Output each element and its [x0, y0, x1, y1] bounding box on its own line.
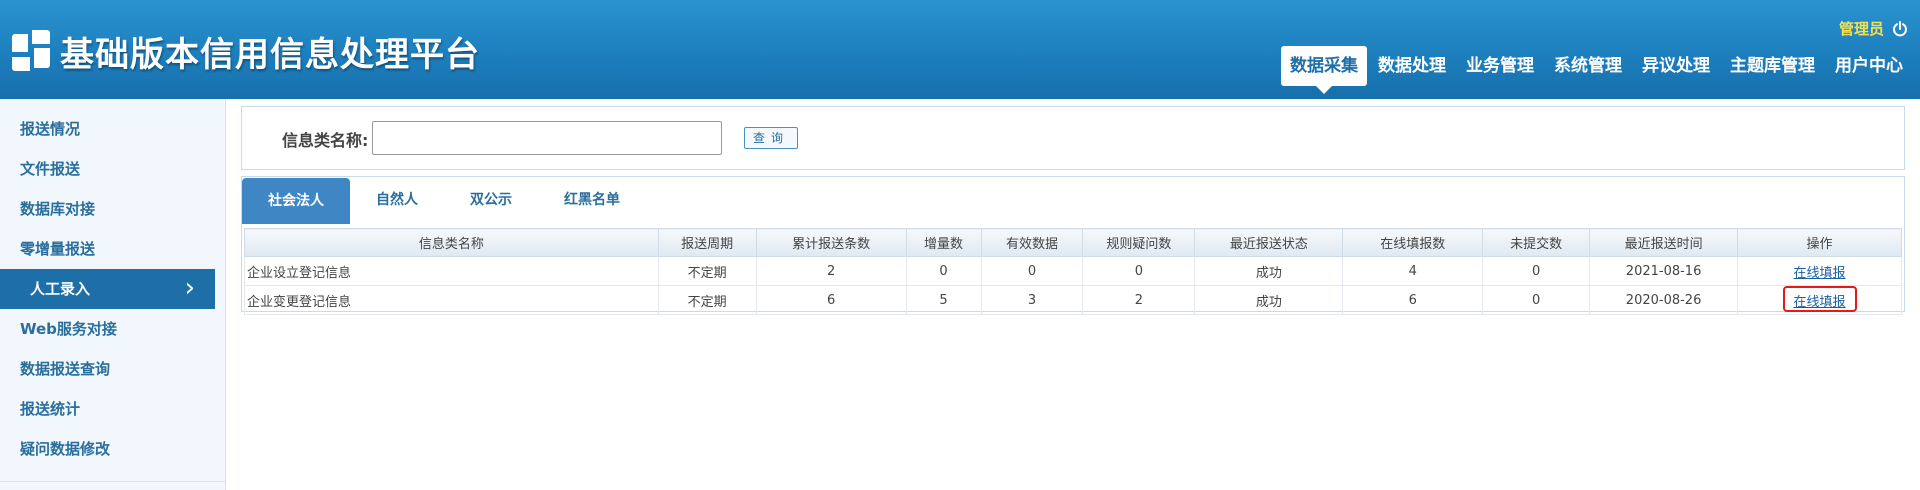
cell-last-time: 2020-08-26 — [1589, 285, 1739, 315]
cell-info-name: 企业设立登记信息 — [244, 256, 659, 286]
sidebar-item-file-report[interactable]: 文件报送 — [0, 149, 215, 189]
tab-double-publicity[interactable]: 双公示 — [444, 177, 538, 223]
data-panel: 社会法人 自然人 双公示 红黑名单 信息类名称 报送周期 累计报送条数 增量数 … — [241, 176, 1905, 315]
logo-mark-icon — [12, 30, 54, 72]
table-row: 企业设立登记信息 不定期 2 0 0 0 成功 4 0 2021-08-16 在… — [244, 256, 1902, 286]
cell-period: 不定期 — [657, 256, 757, 286]
search-panel: 信息类名称: 查询 — [241, 106, 1905, 170]
col-header-last-status: 最近报送状态 — [1194, 228, 1344, 257]
sidebar-item-question-data[interactable]: 疑问数据修改 — [0, 429, 215, 469]
col-header-info-name: 信息类名称 — [244, 228, 659, 257]
nav-data-collection[interactable]: 数据采集 — [1281, 46, 1367, 94]
info-table: 信息类名称 报送周期 累计报送条数 增量数 有效数据 规则疑问数 最近报送状态 … — [244, 228, 1902, 315]
app-logo: 基础版本信用信息处理平台 — [12, 26, 480, 76]
cell-increment: 5 — [905, 285, 982, 315]
cell-unsubmitted: 0 — [1482, 256, 1591, 286]
col-header-increment: 增量数 — [905, 228, 982, 257]
search-label: 信息类名称: — [282, 131, 369, 150]
cell-action: 在线填报 — [1737, 285, 1902, 315]
nav-business-management[interactable]: 业务管理 — [1457, 46, 1543, 86]
tab-red-black-list[interactable]: 红黑名单 — [538, 177, 646, 223]
table-row: 企业变更登记信息 不定期 6 5 3 2 成功 6 0 2020-08-26 在… — [244, 285, 1902, 315]
cell-last-status: 成功 — [1194, 285, 1344, 315]
sidebar-item-report-query[interactable]: 数据报送查询 — [0, 349, 215, 389]
nav-objection-handling[interactable]: 异议处理 — [1633, 46, 1719, 86]
cell-last-status: 成功 — [1194, 256, 1344, 286]
cell-total-count: 2 — [755, 256, 907, 286]
user-area: 管理员 — [1839, 18, 1908, 39]
sidebar-item-report-stats[interactable]: 报送统计 — [0, 389, 215, 429]
cell-action: 在线填报 — [1737, 256, 1902, 286]
chevron-right-icon: › — [184, 273, 195, 303]
online-fill-link[interactable]: 在线填报 — [1794, 295, 1846, 310]
cell-info-name: 企业变更登记信息 — [244, 285, 659, 315]
nav-system-management[interactable]: 系统管理 — [1545, 46, 1631, 86]
sidebar-item-zero-increment[interactable]: 零增量报送 — [0, 229, 215, 269]
sidebar: 报送情况 文件报送 数据库对接 零增量报送 人工录入 › Web服务对接 数据报… — [0, 99, 226, 490]
sidebar-item-web-service[interactable]: Web服务对接 — [0, 309, 215, 349]
table-header-row: 信息类名称 报送周期 累计报送条数 增量数 有效数据 规则疑问数 最近报送状态 … — [244, 228, 1902, 257]
col-header-rule-questions: 规则疑问数 — [1082, 228, 1196, 257]
cell-last-time: 2021-08-16 — [1589, 256, 1739, 286]
sidebar-divider — [0, 481, 225, 482]
category-tabs: 社会法人 自然人 双公示 红黑名单 — [242, 177, 646, 225]
col-header-total-count: 累计报送条数 — [755, 228, 907, 257]
col-header-online-count: 在线填报数 — [1342, 228, 1484, 257]
col-header-period: 报送周期 — [657, 228, 757, 257]
top-header: 基础版本信用信息处理平台 管理员 数据采集 数据处理 业务管理 系统管理 异议处… — [0, 0, 1920, 99]
cell-increment: 0 — [905, 256, 982, 286]
col-header-last-time: 最近报送时间 — [1589, 228, 1739, 257]
query-button[interactable]: 查询 — [744, 127, 798, 149]
cell-rule-questions: 0 — [1082, 256, 1196, 286]
sidebar-item-report-status[interactable]: 报送情况 — [0, 109, 215, 149]
cell-period: 不定期 — [657, 285, 757, 315]
search-input[interactable] — [372, 121, 722, 155]
sidebar-item-manual-entry[interactable]: 人工录入 › — [0, 269, 215, 309]
sidebar-item-label: 人工录入 — [30, 280, 91, 298]
nav-user-center[interactable]: 用户中心 — [1826, 46, 1912, 86]
cell-online-count: 6 — [1342, 285, 1484, 315]
col-header-unsubmitted: 未提交数 — [1482, 228, 1591, 257]
col-header-valid-data: 有效数据 — [980, 228, 1084, 257]
tab-legal-person[interactable]: 社会法人 — [242, 178, 350, 224]
app-title: 基础版本信用信息处理平台 — [60, 34, 480, 75]
cell-valid-data: 0 — [980, 256, 1084, 286]
col-header-action: 操作 — [1737, 228, 1902, 257]
cell-rule-questions: 2 — [1082, 285, 1196, 315]
cell-valid-data: 3 — [980, 285, 1084, 315]
cell-unsubmitted: 0 — [1482, 285, 1591, 315]
cell-total-count: 6 — [755, 285, 907, 315]
top-nav: 数据采集 数据处理 业务管理 系统管理 异议处理 主题库管理 用户中心 — [1279, 46, 1912, 94]
nav-data-processing[interactable]: 数据处理 — [1369, 46, 1455, 86]
online-fill-link[interactable]: 在线填报 — [1794, 266, 1846, 281]
tab-natural-person[interactable]: 自然人 — [350, 177, 444, 223]
nav-theme-library[interactable]: 主题库管理 — [1721, 46, 1824, 86]
sidebar-item-database-docking[interactable]: 数据库对接 — [0, 189, 215, 229]
cell-online-count: 4 — [1342, 256, 1484, 286]
user-name[interactable]: 管理员 — [1839, 18, 1884, 39]
power-icon[interactable] — [1892, 20, 1908, 37]
